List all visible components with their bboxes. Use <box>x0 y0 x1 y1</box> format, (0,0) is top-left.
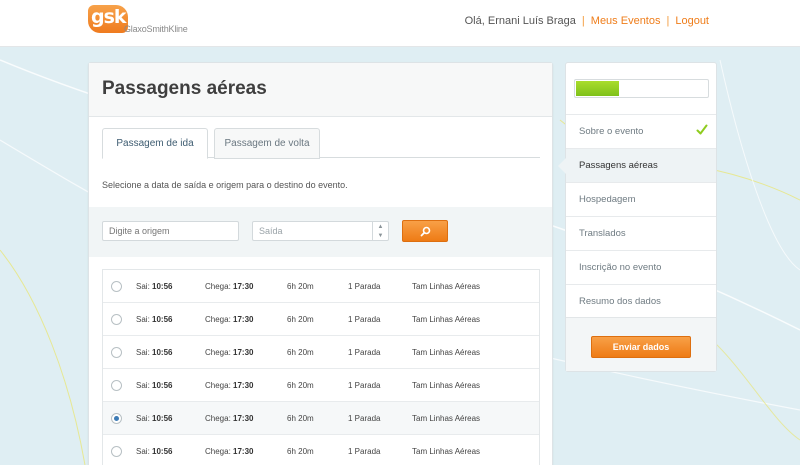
departure-time: Sai: 10:56 <box>136 381 173 390</box>
arrival-time: Chega: 17:30 <box>205 315 254 324</box>
flight-stops: 1 Parada <box>348 282 381 291</box>
step-label: Translados <box>579 228 626 239</box>
flight-stops: 1 Parada <box>348 381 381 390</box>
step-label: Hospedagem <box>579 194 636 205</box>
flight-radio-selected[interactable] <box>111 413 122 424</box>
arrival-time: Chega: 17:30 <box>205 381 254 390</box>
flight-radio[interactable] <box>111 380 122 391</box>
departure-time: Sai: 10:56 <box>136 315 173 324</box>
departure-time: Sai: 10:56 <box>136 414 173 423</box>
flight-airline: Tam Linhas Aéreas <box>412 447 481 456</box>
flight-airline: Tam Linhas Aéreas <box>412 348 481 357</box>
departure-time: Sai: 10:56 <box>136 348 173 357</box>
tab-passagem-de-volta[interactable]: Passagem de volta <box>214 128 320 159</box>
flight-row[interactable]: Sai: 10:56 Chega: 17:30 6h 20m 1 Parada … <box>103 303 539 336</box>
flight-row[interactable]: Sai: 10:56 Chega: 17:30 6h 20m 1 Parada … <box>103 336 539 369</box>
nav-separator: | <box>581 15 585 27</box>
step-label: Resumo dos dados <box>579 296 661 307</box>
step-sobre-o-evento[interactable]: Sobre o evento <box>566 114 716 148</box>
search-button[interactable] <box>402 220 448 242</box>
departure-time: Sai: 10:56 <box>136 282 173 291</box>
flight-duration: 6h 20m <box>287 348 314 357</box>
flight-row[interactable]: Sai: 10:56 Chega: 17:30 6h 20m 1 Parada … <box>103 270 539 303</box>
arrival-time: Chega: 17:30 <box>205 414 254 423</box>
flights-list: Sai: 10:56 Chega: 17:30 6h 20m 1 Parada … <box>102 269 540 465</box>
sidebar-footer: Enviar dados <box>566 317 716 371</box>
nav-logout-link[interactable]: Logout <box>675 15 709 27</box>
step-resumo-dos-dados[interactable]: Resumo dos dados <box>566 284 716 318</box>
steps-sidebar: Sobre o evento Passagens aéreas Hospedag… <box>558 62 717 372</box>
flight-radio[interactable] <box>111 281 122 292</box>
trip-tabs: Passagem de ida Passagem de volta <box>102 128 540 159</box>
flight-row[interactable]: Sai: 10:56 Chega: 17:30 6h 20m 1 Parada … <box>103 369 539 402</box>
flight-radio[interactable] <box>111 446 122 457</box>
flight-stops: 1 Parada <box>348 414 381 423</box>
flight-airline: Tam Linhas Aéreas <box>412 381 481 390</box>
flight-stops: 1 Parada <box>348 315 381 324</box>
check-icon <box>696 124 708 135</box>
step-label: Inscrição no evento <box>579 262 662 273</box>
flight-stops: 1 Parada <box>348 447 381 456</box>
step-hospedagem[interactable]: Hospedagem <box>566 182 716 216</box>
step-passagens-aereas[interactable]: Passagens aéreas <box>558 148 716 182</box>
user-greeting: Olá, Ernani Luís Braga <box>464 15 576 27</box>
arrival-time: Chega: 17:30 <box>205 447 254 456</box>
page-title: Passagens aéreas <box>102 78 267 99</box>
search-icon <box>420 226 431 237</box>
gsk-logo[interactable]: gsk GlaxoSmithKline <box>88 5 198 39</box>
step-inscricao-no-evento[interactable]: Inscrição no evento <box>566 250 716 284</box>
departure-date-value: Saída <box>259 226 283 236</box>
flight-duration: 6h 20m <box>287 447 314 456</box>
logo-text: GlaxoSmithKline <box>124 24 188 34</box>
step-list: Sobre o evento Passagens aéreas Hospedag… <box>558 114 716 318</box>
flight-duration: 6h 20m <box>287 414 314 423</box>
flight-airline: Tam Linhas Aéreas <box>412 414 481 423</box>
arrival-time: Chega: 17:30 <box>205 282 254 291</box>
search-bar: Saída ▲▼ <box>89 207 552 257</box>
flight-radio[interactable] <box>111 347 122 358</box>
tab-passagem-de-ida[interactable]: Passagem de ida <box>102 128 208 159</box>
flight-airline: Tam Linhas Aéreas <box>412 282 481 291</box>
departure-date-select[interactable]: Saída ▲ ▼ <box>252 221 389 241</box>
logo-mark: gsk <box>88 5 128 33</box>
nav-separator: | <box>666 15 670 27</box>
progress-bar <box>574 79 709 98</box>
nav-meus-eventos-link[interactable]: Meus Eventos <box>591 15 661 27</box>
select-arrows-icon: ▲ ▼ <box>372 222 388 240</box>
flight-duration: 6h 20m <box>287 381 314 390</box>
step-label: Passagens aéreas <box>579 160 658 171</box>
progress-fill <box>576 81 619 96</box>
step-label: Sobre o evento <box>579 126 644 137</box>
flight-stops: 1 Parada <box>348 348 381 357</box>
flight-row[interactable]: Sai: 10:56 Chega: 17:30 6h 20m 1 Parada … <box>103 435 539 465</box>
instructions-text: Selecione a data de saída e origem para … <box>102 180 348 190</box>
departure-time: Sai: 10:56 <box>136 447 173 456</box>
send-data-button[interactable]: Enviar dados <box>591 336 691 358</box>
flight-row-selected[interactable]: Sai: 10:56 Chega: 17:30 6h 20m 1 Parada … <box>103 402 539 435</box>
top-nav: Olá, Ernani Luís Braga | Meus Eventos | Logo… <box>465 15 709 27</box>
top-header: gsk GlaxoSmithKline Olá, Ernani Luís Bra… <box>0 0 800 47</box>
step-translados[interactable]: Translados <box>566 216 716 250</box>
flight-airline: Tam Linhas Aéreas <box>412 315 481 324</box>
flight-duration: 6h 20m <box>287 315 314 324</box>
logo-mark-text: gsk <box>91 6 127 28</box>
origin-input[interactable] <box>102 221 239 241</box>
arrival-time: Chega: 17:30 <box>205 348 254 357</box>
flight-radio[interactable] <box>111 314 122 325</box>
flights-panel: Passagens aéreas Passagem de ida Passage… <box>88 62 553 465</box>
flight-duration: 6h 20m <box>287 282 314 291</box>
